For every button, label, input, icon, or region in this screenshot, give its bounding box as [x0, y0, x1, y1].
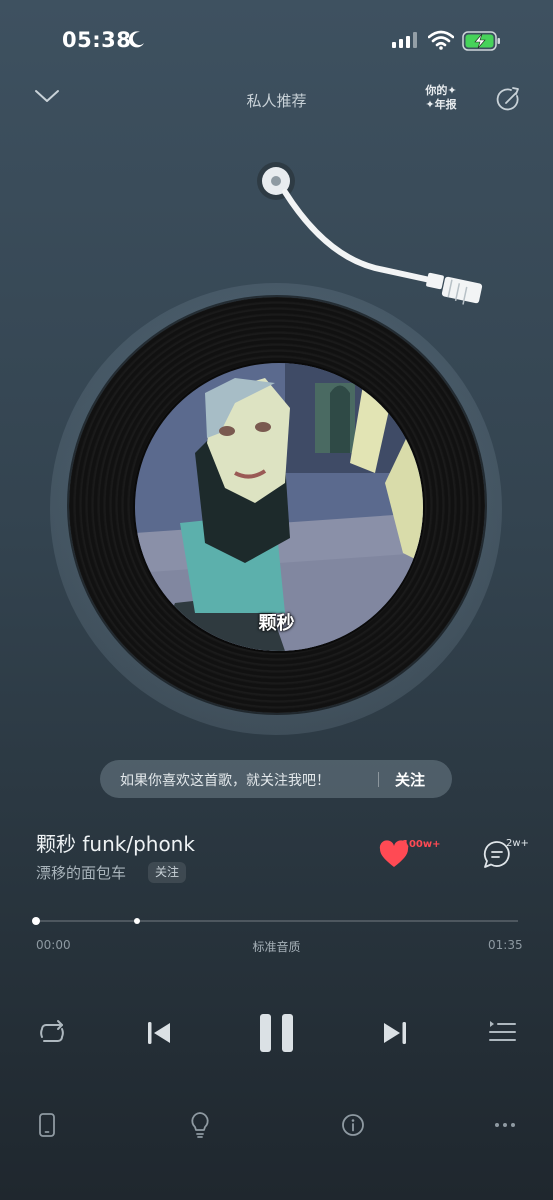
phone-device-icon[interactable]	[38, 1112, 56, 1138]
like-count: 100w+	[402, 839, 441, 850]
wifi-icon	[428, 30, 454, 50]
playlist-icon[interactable]	[488, 1018, 518, 1046]
follow-button[interactable]: 关注	[395, 769, 425, 790]
total-time: 01:35	[488, 938, 523, 952]
repeat-icon[interactable]	[36, 1018, 68, 1048]
song-title: 颗秒 funk/phonk	[36, 832, 195, 856]
follow-banner-text: 如果你喜欢这首歌，就关注我吧！	[120, 773, 330, 789]
pause-icon[interactable]	[258, 1013, 296, 1053]
comment-count: 2w+	[506, 838, 529, 849]
page-title: 私人推荐	[246, 92, 307, 110]
progress-knob[interactable]	[32, 917, 40, 925]
previous-icon[interactable]	[144, 1018, 174, 1048]
cellular-signal-icon	[392, 32, 417, 48]
moon-icon	[128, 31, 144, 48]
annual-report-label-line1: 你的✦	[425, 84, 457, 97]
cover-title-label: 颗秒	[258, 613, 295, 634]
annual-report-label-line2: ✦年报	[425, 98, 457, 111]
more-icon[interactable]	[494, 1121, 516, 1129]
annual-report-button[interactable]: 你的✦ ✦年报	[420, 84, 462, 112]
lightbulb-icon[interactable]	[189, 1111, 211, 1139]
progress-track[interactable]	[36, 920, 518, 922]
buffer-marker	[134, 918, 141, 924]
audio-quality-button[interactable]: 标准音质	[0, 938, 553, 955]
next-icon[interactable]	[380, 1018, 410, 1048]
artist-follow-button[interactable]: 关注	[148, 862, 187, 883]
share-icon[interactable]	[495, 86, 523, 114]
status-time: 05:38	[62, 28, 132, 52]
album-cover-art	[135, 363, 423, 651]
battery-charging-icon	[462, 31, 500, 51]
artist-name[interactable]: 漂移的面包车	[36, 862, 126, 883]
banner-divider	[378, 772, 379, 787]
tonearm	[257, 162, 483, 305]
info-icon[interactable]	[341, 1113, 365, 1137]
